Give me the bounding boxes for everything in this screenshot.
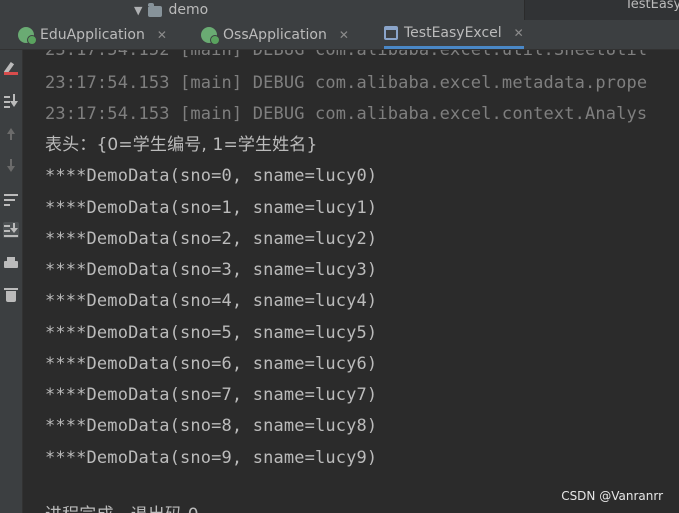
tab-label: OssApplication: [223, 26, 327, 43]
folder-icon: [148, 2, 163, 17]
soft-wrap-icon[interactable]: [3, 191, 19, 207]
close-icon[interactable]: ✕: [514, 26, 524, 40]
close-icon[interactable]: ✕: [157, 28, 167, 42]
trash-icon[interactable]: [3, 287, 19, 303]
console-line: 23:17:54.153 [main] DEBUG com.alibaba.ex…: [45, 73, 648, 93]
edit-icon[interactable]: [3, 60, 19, 76]
project-tree-strip: ▼ demo TestEasy: [0, 0, 679, 20]
run-tab-bar: EduApplication ✕ OssApplication ✕ TestEa…: [0, 20, 679, 50]
watermark: CSDN @Vanranrr: [561, 489, 663, 503]
expand-triangle-icon[interactable]: ▼: [134, 4, 142, 17]
console-toolbar: [0, 50, 23, 513]
console-line: ****DemoData(sno=5, sname=lucy5): [45, 323, 378, 343]
console-line: 23:17:54.153 [main] DEBUG com.alibaba.ex…: [45, 104, 648, 124]
console-line: 进程完成，退出码 0: [45, 500, 199, 513]
scroll-to-end-icon[interactable]: [3, 222, 19, 238]
tab-label: EduApplication: [40, 26, 145, 43]
tab-oss-application[interactable]: OssApplication ✕: [201, 20, 349, 49]
console-line: ****DemoData(sno=8, sname=lucy8): [45, 416, 378, 436]
print-icon[interactable]: [3, 256, 19, 272]
console-line: 23:17:54.152 [main] DEBUG com.alibaba.ex…: [45, 50, 648, 60]
console-output[interactable]: 23:17:54.152 [main] DEBUG com.alibaba.ex…: [45, 50, 679, 513]
console-line: ****DemoData(sno=6, sname=lucy6): [45, 354, 378, 374]
tab-label: TestEasyExcel: [404, 25, 502, 41]
console-line: ****DemoData(sno=9, sname=lucy9): [45, 448, 378, 468]
sort-icon[interactable]: [3, 93, 19, 109]
tree-row-demo[interactable]: ▼ demo: [134, 0, 208, 20]
up-arrow-icon[interactable]: [3, 126, 19, 142]
console-line: ****DemoData(sno=7, sname=lucy7): [45, 385, 378, 405]
tree-folder-label: demo: [168, 2, 209, 18]
spring-boot-icon: [18, 26, 37, 45]
top-right-panel: TestEasy: [524, 0, 679, 20]
console-line: 表头：{0=学生编号, 1=学生姓名}: [45, 135, 318, 155]
tab-test-easy-excel[interactable]: TestEasyExcel ✕: [384, 20, 524, 49]
console-line: ****DemoData(sno=2, sname=lucy2): [45, 229, 378, 249]
close-icon[interactable]: ✕: [339, 28, 349, 42]
tab-edu-application[interactable]: EduApplication ✕: [18, 20, 167, 49]
run-config-icon: [384, 26, 398, 40]
console-line: ****DemoData(sno=4, sname=lucy4): [45, 291, 378, 311]
console-line: ****DemoData(sno=0, sname=lucy0): [45, 166, 378, 186]
top-right-label: TestEasy: [625, 0, 679, 12]
down-arrow-icon[interactable]: [3, 158, 19, 174]
console-line: ****DemoData(sno=3, sname=lucy3): [45, 260, 378, 280]
spring-boot-icon: [201, 26, 220, 45]
console-line: ****DemoData(sno=1, sname=lucy1): [45, 198, 378, 218]
